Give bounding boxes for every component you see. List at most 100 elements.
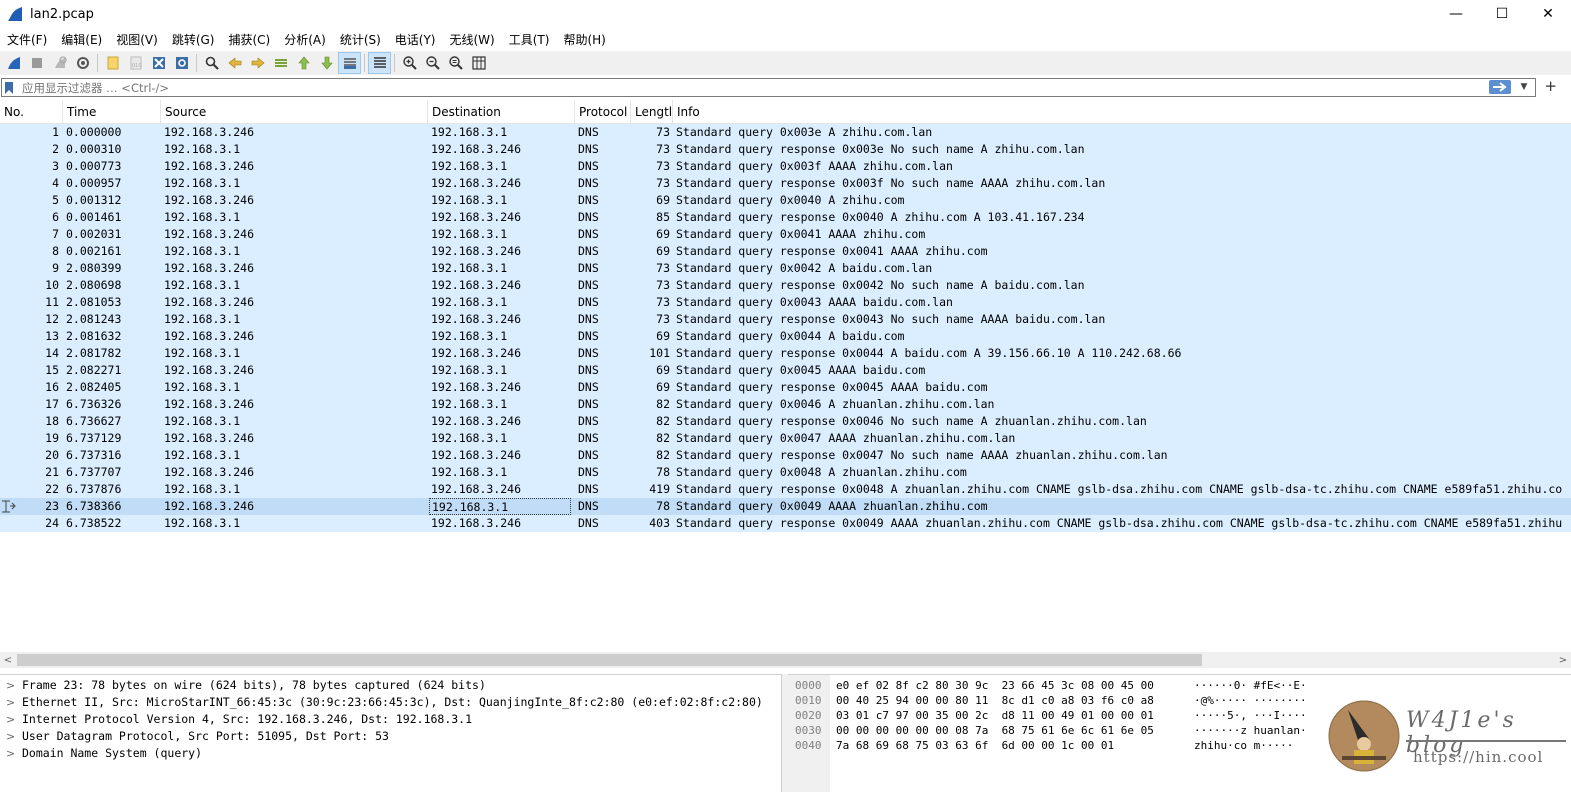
packet-row[interactable]: 15 2.082271 192.168.3.246 192.168.3.1 DNS 69 S…: [0, 362, 1571, 379]
detail-tree-item[interactable]: > Internet Protocol Version 4, Src: 192.1…: [0, 711, 780, 728]
bytes-hex[interactable]: e0 ef 02 8f c2 80 30 9c 23 66 45 3c 08 0…: [836, 678, 1154, 693]
bytes-hex[interactable]: 00 40 25 94 00 00 80 11 8c d1 c0 a8 03 f…: [836, 693, 1154, 708]
menu-capture[interactable]: 捕获(C): [221, 30, 277, 50]
display-filter-input[interactable]: [16, 79, 1466, 96]
zoom-out-icon[interactable]: [421, 52, 444, 74]
minimize-button[interactable]: —: [1433, 0, 1479, 28]
go-first-icon[interactable]: [292, 52, 315, 74]
detail-tree-item[interactable]: > User Datagram Protocol, Src Port: 51095…: [0, 728, 780, 745]
scroll-right-icon[interactable]: >: [1555, 652, 1571, 668]
packet-row[interactable]: 22 6.737876 192.168.3.1 192.168.3.246 DNS 419…: [0, 481, 1571, 498]
packet-row[interactable]: 14 2.081782 192.168.3.1 192.168.3.246 DNS 101…: [0, 345, 1571, 362]
packet-row[interactable]: 10 2.080698 192.168.3.1 192.168.3.246 DNS 73 S…: [0, 277, 1571, 294]
packet-row[interactable]: 5 0.001312 192.168.3.246 192.168.3.1 DNS 69 St…: [0, 192, 1571, 209]
packet-protocol: DNS: [578, 516, 599, 530]
column-header-source[interactable]: Source: [161, 100, 428, 124]
bookmark-icon[interactable]: [2, 79, 16, 96]
expand-chevron-icon[interactable]: >: [6, 694, 16, 711]
packet-row[interactable]: 6 0.001461 192.168.3.1 192.168.3.246 DNS 85 St…: [0, 209, 1571, 226]
menu-help[interactable]: 帮助(H): [556, 30, 612, 50]
go-back-icon[interactable]: [223, 52, 246, 74]
close-button[interactable]: ✕: [1525, 0, 1571, 28]
detail-tree-item[interactable]: > Ethernet II, Src: MicroStarINT_66:45:3c…: [0, 694, 780, 711]
shark-fin-start-icon[interactable]: [2, 52, 25, 74]
menu-wireless[interactable]: 无线(W): [443, 30, 502, 50]
packet-row[interactable]: 21 6.737707 192.168.3.246 192.168.3.1 DNS 78 S…: [0, 464, 1571, 481]
packet-row[interactable]: 8 0.002161 192.168.3.1 192.168.3.246 DNS 69 St…: [0, 243, 1571, 260]
packet-list-hscrollbar[interactable]: < >: [0, 652, 1571, 668]
add-filter-button[interactable]: +: [1544, 77, 1557, 95]
bytes-ascii[interactable]: ·@%····· ········: [1194, 693, 1307, 708]
bytes-hex[interactable]: 7a 68 69 68 75 03 63 6f 6d 00 00 1c 00 0…: [836, 738, 1114, 753]
menu-file[interactable]: 文件(F): [0, 30, 54, 50]
scroll-left-icon[interactable]: <: [0, 652, 16, 668]
menu-statistics[interactable]: 统计(S): [333, 30, 388, 50]
packet-row[interactable]: 9 2.080399 192.168.3.246 192.168.3.1 DNS 73 St…: [0, 260, 1571, 277]
go-forward-icon[interactable]: [246, 52, 269, 74]
apply-filter-arrow-icon[interactable]: [1489, 80, 1511, 94]
bytes-hex[interactable]: 00 00 00 00 00 00 08 7a 68 75 61 6e 6c 6…: [836, 723, 1154, 738]
column-header-no[interactable]: No.: [0, 100, 63, 124]
scroll-thumb[interactable]: [17, 654, 1202, 666]
bytes-ascii[interactable]: ······0· #fE<··E·: [1194, 678, 1307, 693]
column-header-protocol[interactable]: Protocol: [575, 100, 631, 124]
go-last-icon[interactable]: [315, 52, 338, 74]
resize-columns-icon[interactable]: [467, 52, 490, 74]
menu-telephony[interactable]: 电话(Y): [388, 30, 443, 50]
menu-edit[interactable]: 编辑(E): [54, 30, 109, 50]
zoom-in-icon[interactable]: [398, 52, 421, 74]
expand-chevron-icon[interactable]: >: [6, 711, 16, 728]
packet-row[interactable]: 3 0.000773 192.168.3.246 192.168.3.1 DNS 73 St…: [0, 158, 1571, 175]
bytes-hex[interactable]: 03 01 c7 97 00 35 00 2c d8 11 00 49 01 0…: [836, 708, 1154, 723]
maximize-button[interactable]: ☐: [1479, 0, 1525, 28]
column-header-time[interactable]: Time: [63, 100, 161, 124]
menu-go[interactable]: 跳转(G): [165, 30, 222, 50]
detail-tree-item[interactable]: > Domain Name System (query): [0, 745, 780, 762]
autoscroll-icon[interactable]: [338, 52, 361, 74]
packet-row[interactable]: 1 0.000000 192.168.3.246 192.168.3.1 DNS 73 St…: [0, 124, 1571, 141]
menu-tools[interactable]: 工具(T): [502, 30, 557, 50]
packet-protocol: DNS: [578, 346, 599, 360]
bytes-ascii[interactable]: ·····5·, ···I····: [1194, 708, 1307, 723]
packet-row[interactable]: 17 6.736326 192.168.3.246 192.168.3.1 DNS 82 S…: [0, 396, 1571, 413]
expand-chevron-icon[interactable]: >: [6, 728, 16, 745]
filter-input-container: ▼: [1, 78, 1536, 97]
packet-row[interactable]: 24 6.738522 192.168.3.1 192.168.3.246 DNS 403…: [0, 515, 1571, 532]
go-to-packet-icon[interactable]: [269, 52, 292, 74]
open-file-icon[interactable]: [101, 52, 124, 74]
packet-row[interactable]: 19 6.737129 192.168.3.246 192.168.3.1 DNS 82 S…: [0, 430, 1571, 447]
packet-row[interactable]: 12 2.081243 192.168.3.1 192.168.3.246 DNS 73 S…: [0, 311, 1571, 328]
packet-row[interactable]: 13 2.081632 192.168.3.246 192.168.3.1 DNS 69 S…: [0, 328, 1571, 345]
column-header-destination[interactable]: Destination: [428, 100, 575, 124]
bytes-ascii[interactable]: zhihu·co m·····: [1194, 738, 1293, 753]
detail-tree-item[interactable]: > Frame 23: 78 bytes on wire (624 bits), …: [0, 677, 780, 694]
packet-row[interactable]: 18 6.736627 192.168.3.1 192.168.3.246 DNS 82 S…: [0, 413, 1571, 430]
column-header-length[interactable]: Lengtl: [631, 100, 673, 124]
find-packet-icon[interactable]: [200, 52, 223, 74]
stop-icon[interactable]: [25, 52, 48, 74]
packet-row[interactable]: 2 0.000310 192.168.3.1 192.168.3.246 DNS 73 St…: [0, 141, 1571, 158]
reload-icon[interactable]: [170, 52, 193, 74]
bytes-ascii[interactable]: ·······z huanlan·: [1194, 723, 1307, 738]
packet-no: 14: [45, 346, 59, 360]
colorize-icon[interactable]: [368, 52, 391, 74]
menu-view[interactable]: 视图(V): [109, 30, 165, 50]
packet-row[interactable]: 16 2.082405 192.168.3.1 192.168.3.246 DNS 69 S…: [0, 379, 1571, 396]
packet-row[interactable]: 23 6.738366 192.168.3.246 192.168.3.1 DNS 78 S…: [0, 498, 1571, 515]
packet-row[interactable]: 7 0.002031 192.168.3.246 192.168.3.1 DNS 69 St…: [0, 226, 1571, 243]
expand-chevron-icon[interactable]: >: [6, 677, 16, 694]
expand-chevron-icon[interactable]: >: [6, 745, 16, 762]
save-file-icon[interactable]: 010: [124, 52, 147, 74]
menu-analyze[interactable]: 分析(A): [277, 30, 333, 50]
zoom-normal-icon[interactable]: [444, 52, 467, 74]
filter-history-dropdown-icon[interactable]: ▼: [1517, 80, 1531, 94]
packet-row[interactable]: 11 2.081053 192.168.3.246 192.168.3.1 DNS 73 S…: [0, 294, 1571, 311]
wireshark-window: lan2.pcap — ☐ ✕ 文件(F) 编辑(E) 视图(V) 跳转(G) …: [0, 0, 1571, 792]
close-file-icon[interactable]: [147, 52, 170, 74]
capture-options-icon[interactable]: [71, 52, 94, 74]
restart-icon[interactable]: [48, 52, 71, 74]
packet-row[interactable]: 20 6.737316 192.168.3.1 192.168.3.246 DNS 82 S…: [0, 447, 1571, 464]
column-header-info[interactable]: Info: [673, 100, 1571, 124]
packet-row[interactable]: 4 0.000957 192.168.3.1 192.168.3.246 DNS 73 St…: [0, 175, 1571, 192]
packet-protocol: DNS: [578, 210, 599, 224]
